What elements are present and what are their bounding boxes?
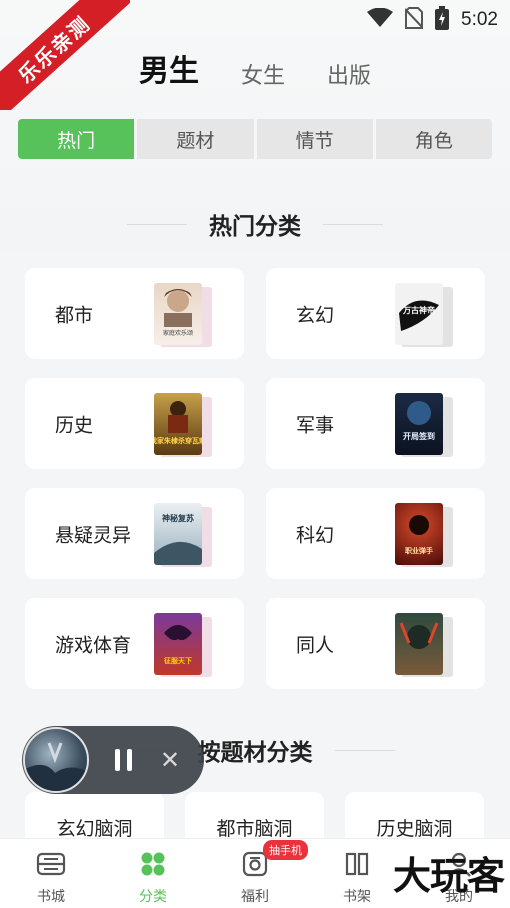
close-icon[interactable]: ✕ xyxy=(160,746,180,774)
tab-label: 福利 xyxy=(241,889,269,905)
section-title-text: 热门分类 xyxy=(209,214,301,240)
category-segmented-control: 热门 题材 情节 角色 xyxy=(18,119,492,159)
welfare-badge: 抽手机 xyxy=(263,840,308,860)
status-icons: 5:02 xyxy=(367,6,498,34)
divider-line xyxy=(323,223,383,225)
book-cover-stack xyxy=(395,613,453,677)
category-card-junshi[interactable]: 军事 开局签到 xyxy=(266,378,485,469)
wifi-icon xyxy=(367,7,394,32)
book-cover-stack: 万古神帝 xyxy=(395,283,453,347)
book-cover: 万古神帝 xyxy=(395,283,443,345)
book-cover: 征服天下 xyxy=(154,613,202,675)
category-card-youxi[interactable]: 游戏体育 征服天下 xyxy=(25,598,244,689)
section-title-text: 按题材分类 xyxy=(197,740,313,766)
status-time: 5:02 xyxy=(461,9,498,30)
category-card-lishi[interactable]: 历史 我家朱棣杀穿瓦剌 xyxy=(25,378,244,469)
no-sim-icon xyxy=(404,7,424,33)
tab-label: 书城 xyxy=(37,889,65,905)
tab-male[interactable]: 男生 xyxy=(139,46,199,90)
bookshelf-icon xyxy=(342,851,372,881)
category-label: 悬疑灵异 xyxy=(55,524,132,546)
svg-text:征服天下: 征服天下 xyxy=(163,656,192,665)
book-cover-stack: 职业弹手 xyxy=(395,503,453,567)
tab-bookstore[interactable]: 书城 xyxy=(0,839,102,908)
watermark-logo: 大玩客 xyxy=(392,845,505,900)
hot-section-title: 热门分类 xyxy=(0,207,510,241)
category-card-dushi[interactable]: 都市 家庭欢乐颂 xyxy=(25,268,244,359)
category-card-tongren[interactable]: 同人 xyxy=(266,598,485,689)
divider-line xyxy=(334,749,395,751)
svg-text:职业弹手: 职业弹手 xyxy=(405,546,433,555)
book-cover-stack: 神秘复苏 xyxy=(154,503,212,567)
ribbon-band: 乐乐亲测 xyxy=(0,0,130,110)
category-card-kehuan[interactable]: 科幻 职业弹手 xyxy=(266,488,485,579)
hot-category-grid: 都市 家庭欢乐颂 玄幻 万古神帝 历史 我家朱棣杀穿瓦剌 军事 xyxy=(25,268,485,689)
category-label: 玄幻 xyxy=(296,304,335,326)
category-card-xuanhuan[interactable]: 玄幻 万古神帝 xyxy=(266,268,485,359)
segment-hot[interactable]: 热门 xyxy=(18,119,135,159)
mini-audio-player[interactable]: ✕ xyxy=(22,726,204,794)
battery-charging-icon xyxy=(435,6,450,34)
segment-role[interactable]: 角色 xyxy=(375,119,492,159)
category-label: 科幻 xyxy=(296,524,335,546)
svg-text:神秘复苏: 神秘复苏 xyxy=(162,513,194,523)
book-cover-stack: 家庭欢乐颂 xyxy=(154,283,212,347)
tab-female[interactable]: 女生 xyxy=(241,58,285,90)
watermark-text: 大玩客 xyxy=(392,854,505,898)
bookstore-icon xyxy=(36,851,66,881)
book-cover-stack: 征服天下 xyxy=(154,613,212,677)
book-cover: 职业弹手 xyxy=(395,503,443,565)
book-cover-stack: 开局签到 xyxy=(395,393,453,457)
book-cover xyxy=(395,613,443,675)
category-label: 历史 xyxy=(55,414,94,436)
svg-text:开局签到: 开局签到 xyxy=(403,431,435,441)
svg-text:家庭欢乐颂: 家庭欢乐颂 xyxy=(163,329,193,337)
category-card-xuanyi[interactable]: 悬疑灵异 神秘复苏 xyxy=(25,488,244,579)
divider-line xyxy=(127,223,187,225)
pause-icon[interactable] xyxy=(115,749,132,771)
book-cover: 开局签到 xyxy=(395,393,443,455)
svg-text:万古神帝: 万古神帝 xyxy=(402,305,435,315)
book-cover: 我家朱棣杀穿瓦剌 xyxy=(154,393,202,455)
book-cover: 神秘复苏 xyxy=(154,503,202,565)
category-label: 游戏体育 xyxy=(55,634,132,656)
book-cover-stack: 我家朱棣杀穿瓦剌 xyxy=(154,393,212,457)
segment-plot[interactable]: 情节 xyxy=(256,119,373,159)
player-cover-thumbnail[interactable] xyxy=(23,727,89,793)
category-icon xyxy=(138,851,168,881)
category-label: 军事 xyxy=(296,414,335,436)
segment-theme[interactable]: 题材 xyxy=(137,119,254,159)
tab-publish[interactable]: 出版 xyxy=(327,58,371,90)
tab-label: 分类 xyxy=(139,889,167,905)
tab-label: 书架 xyxy=(343,889,371,905)
category-label: 都市 xyxy=(55,304,94,326)
category-label: 同人 xyxy=(296,634,335,656)
tab-welfare[interactable]: 福利 抽手机 xyxy=(204,839,308,908)
corner-ribbon: 乐乐亲测 xyxy=(0,0,130,110)
book-cover: 家庭欢乐颂 xyxy=(154,283,202,345)
ribbon-text: 乐乐亲测 xyxy=(13,10,95,88)
tab-category[interactable]: 分类 xyxy=(102,839,204,908)
svg-text:我家朱棣杀穿瓦剌: 我家朱棣杀穿瓦剌 xyxy=(154,436,202,445)
